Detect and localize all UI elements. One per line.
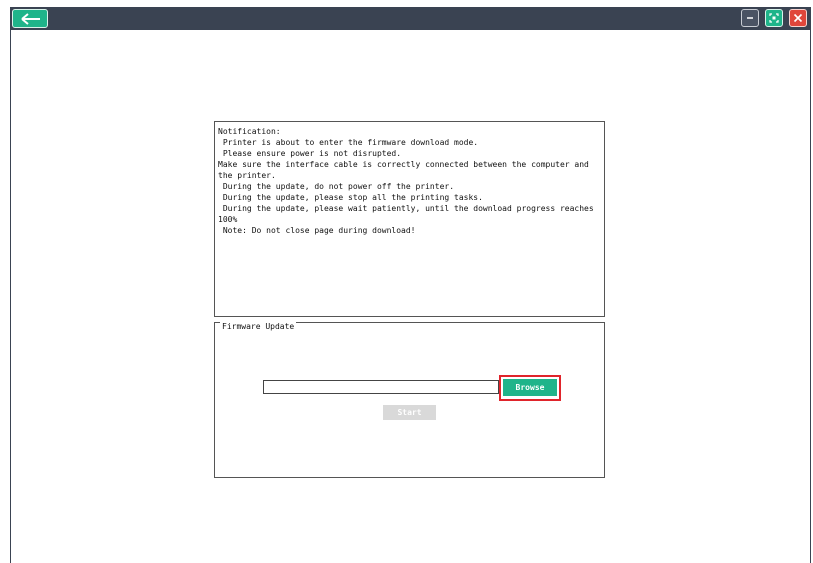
fullscreen-button[interactable] — [765, 9, 783, 27]
minimize-button[interactable] — [741, 9, 759, 27]
firmware-update-title: Firmware Update — [220, 322, 297, 332]
notification-line: During the update, do not power off the … — [218, 182, 455, 191]
arrow-left-icon — [21, 13, 40, 25]
notification-line: During the update, please wait patiently… — [218, 204, 599, 224]
close-icon — [793, 13, 803, 23]
notification-box: Notification: Printer is about to enter … — [214, 121, 605, 317]
close-button[interactable] — [789, 9, 807, 27]
title-bar — [10, 7, 811, 30]
notification-line: During the update, please stop all the p… — [218, 193, 483, 202]
notification-line: Printer is about to enter the firmware d… — [218, 138, 479, 147]
firmware-file-path-input[interactable] — [263, 380, 499, 394]
firmware-update-group: Firmware Update Browse Start — [214, 322, 605, 478]
notification-line: Make sure the interface cable is correct… — [218, 160, 594, 180]
minimize-icon — [747, 17, 753, 19]
fullscreen-icon — [769, 13, 779, 23]
notification-line: Notification: — [218, 127, 281, 136]
back-button[interactable] — [12, 9, 48, 28]
notification-line: Note: Do not close page during download! — [218, 226, 416, 235]
notification-line: Please ensure power is not disrupted. — [218, 149, 402, 158]
browse-button[interactable]: Browse — [503, 379, 557, 396]
start-button[interactable]: Start — [383, 405, 436, 420]
